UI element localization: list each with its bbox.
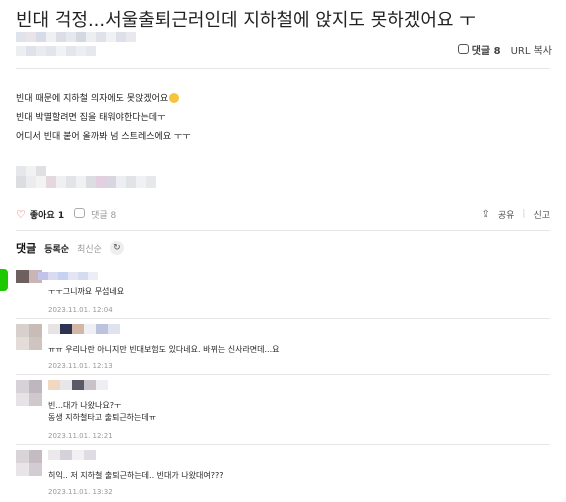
url-copy-button[interactable]: URL 복사 [511, 42, 552, 57]
refresh-icon[interactable]: ↻ [109, 241, 124, 255]
comment-item: ㅜㅜ그니까요 무섭네요 2023.11.01. 12:04 [16, 270, 550, 318]
comment-icon[interactable] [74, 207, 88, 221]
actions-divider [16, 230, 550, 231]
sort-latest-tab[interactable]: 최신순 [77, 242, 102, 255]
comment-item: ㅠㅠ 우리나란 아니지만 빈대보험도 있다네요. 바뀌는 신사라면데...요 2… [16, 324, 550, 374]
comment-text: 히익.. 저 지하철 출퇴근하는데.. 빈대가 나왔대여??? [48, 471, 224, 480]
post-title: 빈대 걱정...서울출퇴근러인데 지하철에 앉지도 못하겠어요 ㅜ [16, 10, 476, 31]
author-date-blurred [16, 46, 96, 56]
comment-item: 히익.. 저 지하철 출퇴근하는데.. 빈대가 나왔대여??? 2023.11.… [16, 450, 550, 500]
post-actions-bar: ♡ 좋아요 1 댓글 8 ⇪ 공유 | 신고 [16, 206, 550, 222]
comment-item: 빈...대가 나왔나요?ㅜ 동생 지하철타고 출퇴근하는데ㅠ 2023.11.0… [16, 380, 550, 442]
comment-text: ㅠㅠ 우리나란 아니지만 빈대보험도 있다네요. 바뀌는 신사라면데...요 [48, 345, 280, 354]
comment-author-blurred [48, 324, 120, 334]
post-meta-actions: 댓글 8 URL 복사 [457, 42, 552, 57]
comment-author-blurred [38, 272, 98, 280]
share-icon[interactable]: ⇪ [481, 209, 489, 220]
post-body-line: 빈대 박멸할려면 집을 태워야한다는데ㅜ [16, 113, 166, 123]
comment-divider [16, 444, 550, 445]
comment-divider [16, 374, 550, 375]
post-tags-blurred-2 [16, 176, 156, 188]
comment-count-label: 댓글 8 [471, 46, 501, 57]
report-button[interactable]: 신고 [533, 208, 550, 221]
comments-heading: 댓글 [16, 242, 37, 255]
avatar[interactable] [16, 380, 42, 406]
post-body-line: 빈대 때문에 지하철 의자에도 못앉겠어요 [16, 90, 191, 109]
avatar[interactable] [16, 324, 42, 350]
heart-icon[interactable]: ♡ [16, 208, 26, 221]
comment-divider [16, 318, 550, 319]
post-body: 빈대 때문에 지하철 의자에도 못앉겠어요 빈대 박멸할려면 집을 태워야한다는… [16, 90, 191, 147]
sort-registered-tab[interactable]: 등록순 [44, 242, 69, 255]
comment-count-button[interactable]: 댓글 8 [91, 208, 116, 221]
like-button[interactable]: 좋아요 1 [30, 208, 64, 221]
comment-date: 2023.11.01. 12:21 [48, 432, 113, 440]
comment-date: 2023.11.01. 12:13 [48, 362, 113, 370]
side-floating-tab[interactable] [0, 269, 8, 291]
comment-count-link[interactable]: 댓글 8 [457, 42, 501, 57]
title-divider [16, 68, 550, 69]
comment-date: 2023.11.01. 13:32 [48, 488, 113, 496]
comment-text: 동생 지하철타고 출퇴근하는데ㅠ [48, 413, 157, 422]
comment-text: 빈...대가 나왔나요?ㅜ [48, 401, 122, 410]
comment-text: ㅜㅜ그니까요 무섭네요 [48, 287, 125, 296]
author-info-blurred [16, 32, 136, 42]
comment-bubble-icon [74, 207, 86, 218]
post-body-line: 어디서 빈대 붙어 올까봐 넘 스트레스에요 ㅜㅜ [16, 132, 191, 142]
comment-author-blurred [48, 380, 108, 390]
post-actions-right: ⇪ 공유 | 신고 [481, 208, 550, 221]
avatar[interactable] [16, 450, 42, 476]
actions-separator: | [522, 209, 526, 219]
share-button[interactable]: 공유 [498, 208, 515, 221]
comments-header: 댓글 등록순 최신순 ↻ [16, 240, 124, 256]
comment-bubble-icon [457, 44, 469, 54]
grinning-sweat-emoji-icon [169, 93, 180, 103]
comment-date: 2023.11.01. 12:04 [48, 306, 113, 314]
comment-author-blurred [48, 450, 96, 460]
